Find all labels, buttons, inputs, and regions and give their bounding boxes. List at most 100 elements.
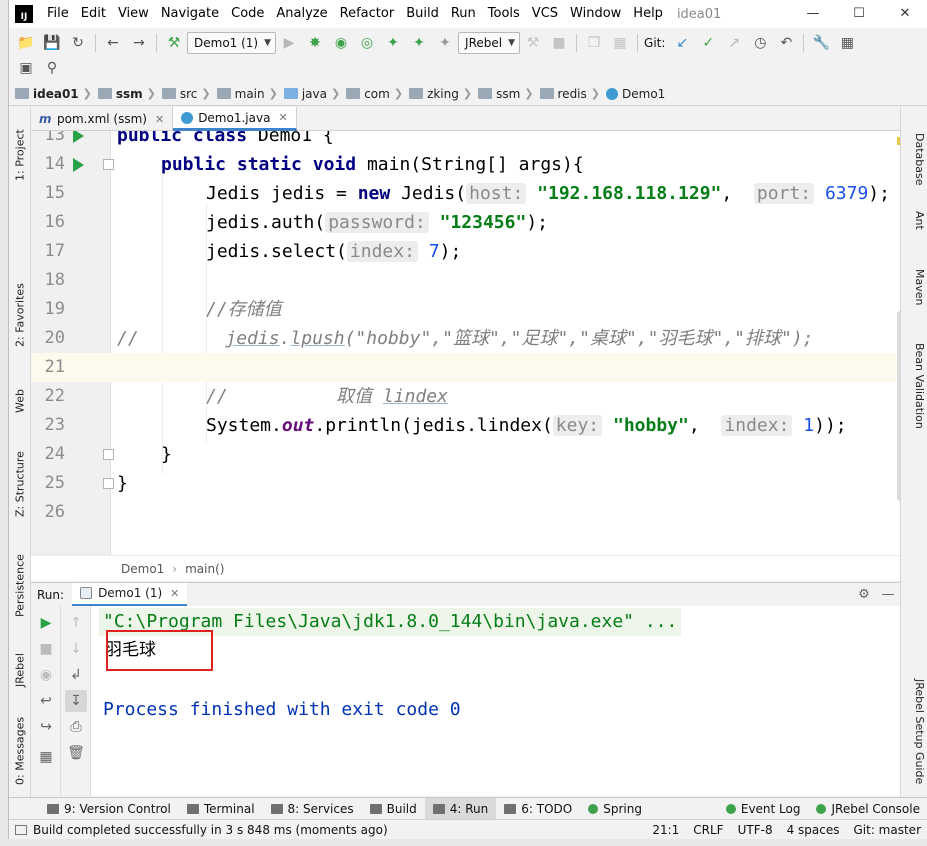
save-all-icon[interactable]: 💾	[41, 32, 63, 54]
tab-persistence[interactable]: Persistence	[9, 533, 31, 617]
arrow-down-icon[interactable]: ↓	[65, 638, 87, 660]
maximize-icon[interactable]: ☐	[836, 0, 882, 28]
menu-build[interactable]: Build	[400, 0, 445, 28]
breadcrumb-item[interactable]: zking	[409, 87, 459, 101]
forward-arrow-icon[interactable]: →	[128, 32, 150, 54]
run-tab-demo1[interactable]: Demo1 (1) ✕	[72, 582, 188, 607]
copy-icon[interactable]: ❐	[583, 32, 605, 54]
tab-bean-validation[interactable]: Bean Validation	[904, 343, 926, 433]
build-hammer-icon[interactable]: ⚒	[163, 32, 185, 54]
scroll-to-end-icon[interactable]: ↧	[65, 690, 87, 712]
print-icon[interactable]: ⎙	[65, 716, 87, 738]
menu-refactor[interactable]: Refactor	[334, 0, 401, 28]
indent-setting[interactable]: 4 spaces	[780, 823, 847, 837]
tab-terminal[interactable]: Terminal	[179, 798, 263, 820]
debug-icon[interactable]: ✸	[304, 32, 326, 54]
warning-marker[interactable]	[897, 137, 900, 145]
tab-version-control[interactable]: 9: Version Control	[39, 798, 179, 820]
tab-spring[interactable]: Spring	[580, 798, 650, 820]
stop-icon[interactable]: ■	[548, 32, 570, 54]
git-update-icon[interactable]: ↙	[671, 32, 693, 54]
run-gutter-icon[interactable]	[73, 158, 84, 172]
run-gutter-icon[interactable]	[73, 131, 84, 143]
tab-jrebel-console[interactable]: JRebel Console	[808, 798, 927, 820]
menu-vcs[interactable]: VCS	[526, 0, 564, 28]
breadcrumb-item[interactable]: redis	[539, 87, 587, 101]
tab-messages[interactable]: 0: Messages	[9, 701, 31, 785]
menu-help[interactable]: Help	[627, 0, 669, 28]
profile-icon[interactable]: ◎	[356, 32, 378, 54]
back-arrow-icon[interactable]: ←	[102, 32, 124, 54]
fold-icon[interactable]	[103, 159, 114, 170]
menu-edit[interactable]: Edit	[75, 0, 112, 28]
tab-todo[interactable]: 6: TODO	[496, 798, 580, 820]
fold-icon[interactable]	[103, 449, 114, 460]
open-folder-icon[interactable]: 📁	[15, 32, 37, 54]
tab-ant[interactable]: Ant	[904, 211, 926, 241]
breadcrumb-item[interactable]: idea01	[15, 87, 79, 101]
close-icon[interactable]: ✕	[155, 113, 164, 126]
menu-tools[interactable]: Tools	[482, 0, 526, 28]
stop-icon[interactable]: ■	[35, 638, 57, 660]
menu-code[interactable]: Code	[225, 0, 270, 28]
exit-icon[interactable]: ↩	[35, 690, 57, 712]
tab-run[interactable]: 4: Run	[424, 797, 497, 820]
terminal-icon[interactable]: ▣	[15, 57, 37, 79]
cursor-position[interactable]: 21:1	[645, 823, 686, 837]
jrebel-debug-icon[interactable]: ✦	[408, 32, 430, 54]
menu-window[interactable]: Window	[564, 0, 627, 28]
login-icon[interactable]: ↪	[35, 716, 57, 738]
minimize-panel-icon[interactable]: —	[876, 587, 900, 602]
editor-scrollbar[interactable]	[897, 131, 900, 555]
minimize-icon[interactable]: —	[790, 0, 836, 28]
panel-toggle-icon[interactable]	[15, 824, 27, 835]
run-config-select[interactable]: Demo1 (1) ▼	[187, 32, 277, 54]
settings-wrench-icon[interactable]: 🔧	[810, 32, 832, 54]
tab-web[interactable]: Web	[9, 369, 31, 413]
breadcrumb-item[interactable]: main	[216, 87, 265, 101]
tab-database[interactable]: Database	[904, 133, 926, 189]
arrow-up-icon[interactable]: ↑	[65, 612, 87, 634]
menu-run[interactable]: Run	[445, 0, 482, 28]
layout-icon[interactable]: ▦	[609, 32, 631, 54]
rerun-icon[interactable]: ▶	[35, 612, 57, 634]
coverage-icon[interactable]: ◉	[330, 32, 352, 54]
run-icon[interactable]: ▶	[278, 32, 300, 54]
tab-demo1-java[interactable]: Demo1.java ✕	[173, 107, 297, 131]
file-encoding[interactable]: UTF-8	[731, 823, 780, 837]
jrebel-run-icon[interactable]: ✦	[382, 32, 404, 54]
scrollbar-thumb[interactable]	[897, 311, 900, 501]
tab-favorites[interactable]: 2: Favorites	[9, 267, 31, 347]
tab-build[interactable]: Build	[362, 798, 425, 820]
breadcrumb-item[interactable]: ssm	[478, 87, 520, 101]
soft-wrap-icon[interactable]: ↲	[65, 664, 87, 686]
code-editor[interactable]: 13 public class Demo1 { 14 public static…	[31, 131, 900, 555]
menu-analyze[interactable]: Analyze	[270, 0, 333, 28]
menu-view[interactable]: View	[112, 0, 155, 28]
breadcrumb-item[interactable]: java	[283, 87, 327, 101]
history-icon[interactable]: ◷	[749, 32, 771, 54]
trash-icon[interactable]: 🗑	[65, 742, 87, 764]
layout-icon[interactable]: ▦	[35, 746, 57, 768]
breadcrumb-class[interactable]: Demo1	[121, 562, 164, 576]
menu-navigate[interactable]: Navigate	[155, 0, 225, 28]
console-output[interactable]: "C:\Program Files\Java\jdk1.8.0_144\bin\…	[91, 606, 900, 796]
tab-maven[interactable]: Maven	[904, 269, 926, 315]
breadcrumb-item[interactable]: ssm	[97, 87, 143, 101]
tab-pom-xml[interactable]: m pom.xml (ssm) ✕	[31, 107, 174, 131]
tab-event-log[interactable]: Event Log	[718, 798, 809, 820]
tab-jrebel-setup-guide[interactable]: JRebel Setup Guide	[904, 679, 926, 789]
git-commit-icon[interactable]: ✓	[697, 32, 719, 54]
line-separator[interactable]: CRLF	[686, 823, 730, 837]
menu-file[interactable]: File	[41, 0, 75, 28]
tab-project[interactable]: 1: Project	[9, 111, 31, 181]
camera-icon[interactable]: ◉	[35, 664, 57, 686]
gear-icon[interactable]: ⚙	[852, 587, 876, 602]
tab-jrebel[interactable]: JRebel	[9, 627, 31, 687]
breadcrumb-item[interactable]: com	[346, 87, 390, 101]
breadcrumb-item[interactable]: src	[161, 87, 197, 101]
sync-icon[interactable]: ↻	[67, 32, 89, 54]
close-icon[interactable]: ✕	[882, 0, 927, 28]
tab-services[interactable]: 8: Services	[263, 798, 362, 820]
breadcrumb-item[interactable]: Demo1	[606, 87, 665, 101]
